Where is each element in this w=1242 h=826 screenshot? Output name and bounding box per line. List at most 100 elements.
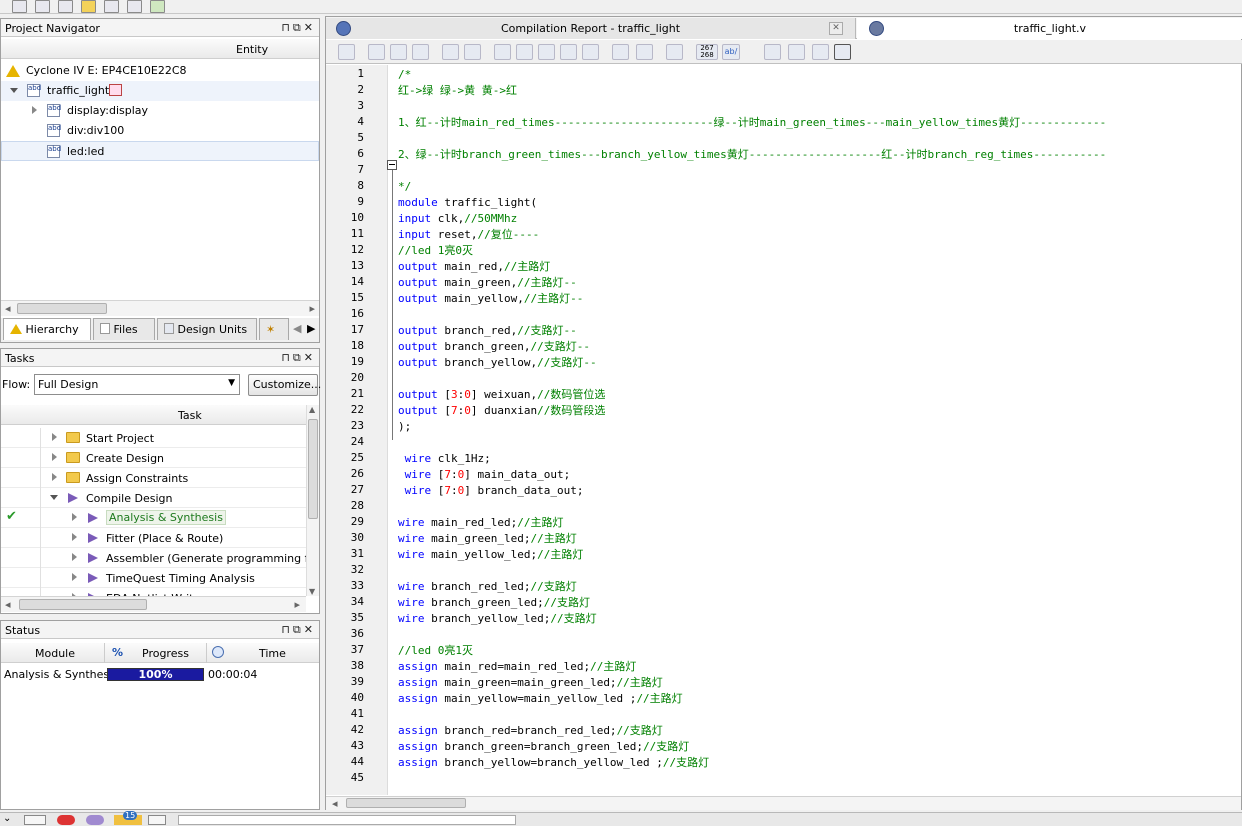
tab-hierarchy[interactable]: Hierarchy — [3, 318, 91, 340]
collapse-arrow-icon[interactable] — [32, 106, 37, 114]
collapse-arrow-icon[interactable] — [72, 553, 77, 561]
code-line[interactable]: ); — [398, 419, 411, 435]
status-column-header[interactable]: Module % Progress Time — [1, 643, 319, 663]
scroll-thumb[interactable] — [308, 419, 318, 519]
stop-icon[interactable] — [12, 0, 27, 13]
code-line[interactable]: assign main_green=main_green_led;//主路灯 — [398, 675, 663, 691]
expand-arrow-icon[interactable] — [50, 495, 58, 500]
toggle-icon[interactable] — [834, 44, 851, 60]
code-line[interactable]: module traffic_light( — [398, 195, 537, 211]
run-icon[interactable] — [88, 513, 98, 523]
code-line[interactable]: 红->绿 绿->黄 黄->红 — [398, 83, 517, 99]
code-line[interactable]: wire branch_green_led;//支路灯 — [398, 595, 590, 611]
code-line[interactable]: output branch_green,//支路灯-- — [398, 339, 590, 355]
messages-icon[interactable] — [24, 815, 46, 825]
code-line[interactable]: output main_yellow,//主路灯-- — [398, 291, 583, 307]
spell-icon[interactable]: ab/ — [722, 44, 740, 60]
scroll-thumb[interactable] — [19, 599, 147, 610]
code-line[interactable]: output branch_yellow,//支路灯-- — [398, 355, 597, 371]
scroll-left-icon[interactable]: ◂ — [5, 598, 11, 611]
scroll-up-icon[interactable]: ▲ — [309, 405, 315, 414]
code-line[interactable]: output main_red,//主路灯 — [398, 259, 550, 275]
code-line[interactable]: /* — [398, 67, 411, 83]
find-icon[interactable] — [368, 44, 385, 60]
code-line[interactable]: */ — [398, 179, 411, 195]
task-row[interactable]: Assembler (Generate programming files) — [1, 548, 306, 568]
scroll-down-icon[interactable]: ▼ — [309, 587, 315, 596]
tab-design-units[interactable]: Design Units — [157, 318, 257, 340]
code-line[interactable]: //led 0亮1灭 — [398, 643, 473, 659]
collapse-arrow-icon[interactable] — [72, 533, 77, 541]
comment-icon[interactable] — [788, 44, 805, 60]
replace-icon[interactable] — [390, 44, 407, 60]
status-row[interactable]: Analysis & Synthesis 100% 00:00:04 — [1, 665, 319, 685]
tab-source-file[interactable]: traffic_light.v — [857, 18, 1242, 39]
code-line[interactable]: wire clk_1Hz; — [398, 451, 491, 467]
task-row[interactable]: TimeQuest Timing Analysis — [1, 568, 306, 588]
code-area[interactable]: /* 红->绿 绿->黄 黄->红 1、红--计时main_red_times---… — [326, 65, 1241, 795]
flow-select[interactable]: Full Design ▼ — [34, 374, 240, 395]
code-line[interactable]: input clk,//50MMhz — [398, 211, 517, 227]
code-line[interactable]: wire main_green_led;//主路灯 — [398, 531, 577, 547]
collapse-arrow-icon[interactable] — [52, 453, 57, 461]
code-line[interactable]: wire main_yellow_led;//主路灯 — [398, 547, 583, 563]
collapse-arrow-icon[interactable] — [52, 433, 57, 441]
code-line[interactable]: output branch_red,//支路灯-- — [398, 323, 577, 339]
code-line[interactable]: 2、绿--计时branch_green_times---branch_yello… — [398, 147, 1106, 163]
clear-all-bookmarks-icon[interactable] — [582, 44, 599, 60]
task-row[interactable]: EDA Netlist Writer — [1, 588, 306, 596]
task-row[interactable]: Compile Design — [1, 488, 306, 508]
goto-icon[interactable] — [412, 44, 429, 60]
arrow-right-icon[interactable] — [764, 44, 781, 60]
scroll-right-icon[interactable]: ▸ — [309, 302, 315, 315]
collapse-arrow-icon[interactable] — [72, 573, 77, 581]
panel-controls[interactable]: ⊓⧉✕ — [281, 351, 316, 365]
code-line[interactable]: output [7:0] duanxian//数码管段选 — [398, 403, 605, 419]
run-icon[interactable] — [68, 493, 78, 503]
code-line[interactable]: wire main_red_led;//主路灯 — [398, 515, 563, 531]
horizontal-scrollbar[interactable]: ◂ ▸ — [1, 300, 319, 316]
bookmark-icon[interactable] — [494, 44, 511, 60]
search-field[interactable] — [178, 815, 516, 825]
insert-file-icon[interactable] — [612, 44, 629, 60]
tab-scroll-left-icon[interactable]: ◀ — [293, 322, 301, 335]
rtl-viewer-icon[interactable] — [35, 0, 50, 13]
tree-item[interactable]: abd display:display — [1, 101, 319, 121]
scroll-left-icon[interactable]: ◂ — [5, 302, 11, 315]
run-icon[interactable] — [88, 533, 98, 543]
tree-item[interactable]: abd div:div100 — [1, 121, 319, 141]
code-line[interactable]: assign branch_green=branch_green_led;//支… — [398, 739, 689, 755]
scroll-right-icon[interactable]: ▸ — [294, 598, 300, 611]
task-row[interactable]: Start Project — [1, 428, 306, 448]
horizontal-scrollbar[interactable]: ◂ ▸ — [1, 596, 306, 612]
chip-planner-icon[interactable] — [104, 0, 119, 13]
block-comment-icon[interactable] — [666, 44, 683, 60]
panel-controls[interactable]: ⊓⧉✕ — [281, 623, 316, 637]
code-line[interactable]: assign main_red=main_red_led;//主路灯 — [398, 659, 636, 675]
scroll-left-icon[interactable]: ◂ — [332, 797, 338, 810]
info-icon[interactable] — [86, 815, 104, 825]
run-icon[interactable] — [88, 573, 98, 583]
folder-icon[interactable] — [81, 0, 96, 13]
code-line[interactable]: wire [7:0] main_data_out; — [398, 467, 571, 483]
tab-ip[interactable]: ✶ — [259, 318, 289, 340]
expand-arrow-icon[interactable] — [10, 88, 18, 93]
code-line[interactable]: wire branch_red_led;//支路灯 — [398, 579, 577, 595]
collapse-arrow-icon[interactable] — [72, 513, 77, 521]
uncomment-icon[interactable] — [812, 44, 829, 60]
template-icon[interactable] — [636, 44, 653, 60]
collapse-arrow-icon[interactable] — [52, 473, 57, 481]
task-row[interactable]: ✔ Analysis & Synthesis — [1, 508, 306, 528]
code-line[interactable]: assign main_yellow=main_yellow_led ;//主路… — [398, 691, 683, 707]
tree-item[interactable]: abd led:led — [1, 141, 319, 161]
panel-controls[interactable]: ⊓⧉✕ — [281, 21, 316, 35]
code-line[interactable]: //led 1亮0灭 — [398, 243, 473, 259]
error-icon[interactable] — [57, 815, 75, 825]
vertical-scrollbar[interactable]: ▲ ▼ — [306, 405, 319, 596]
task-row[interactable]: Fitter (Place & Route) — [1, 528, 306, 548]
code-line[interactable]: output [3:0] weixuan,//数码管位选 — [398, 387, 605, 403]
checklist-icon[interactable] — [150, 0, 165, 13]
scroll-thumb[interactable] — [17, 303, 107, 314]
line-number-icon[interactable]: 267 268 — [696, 44, 718, 60]
code-line[interactable]: input reset,//复位---- — [398, 227, 539, 243]
